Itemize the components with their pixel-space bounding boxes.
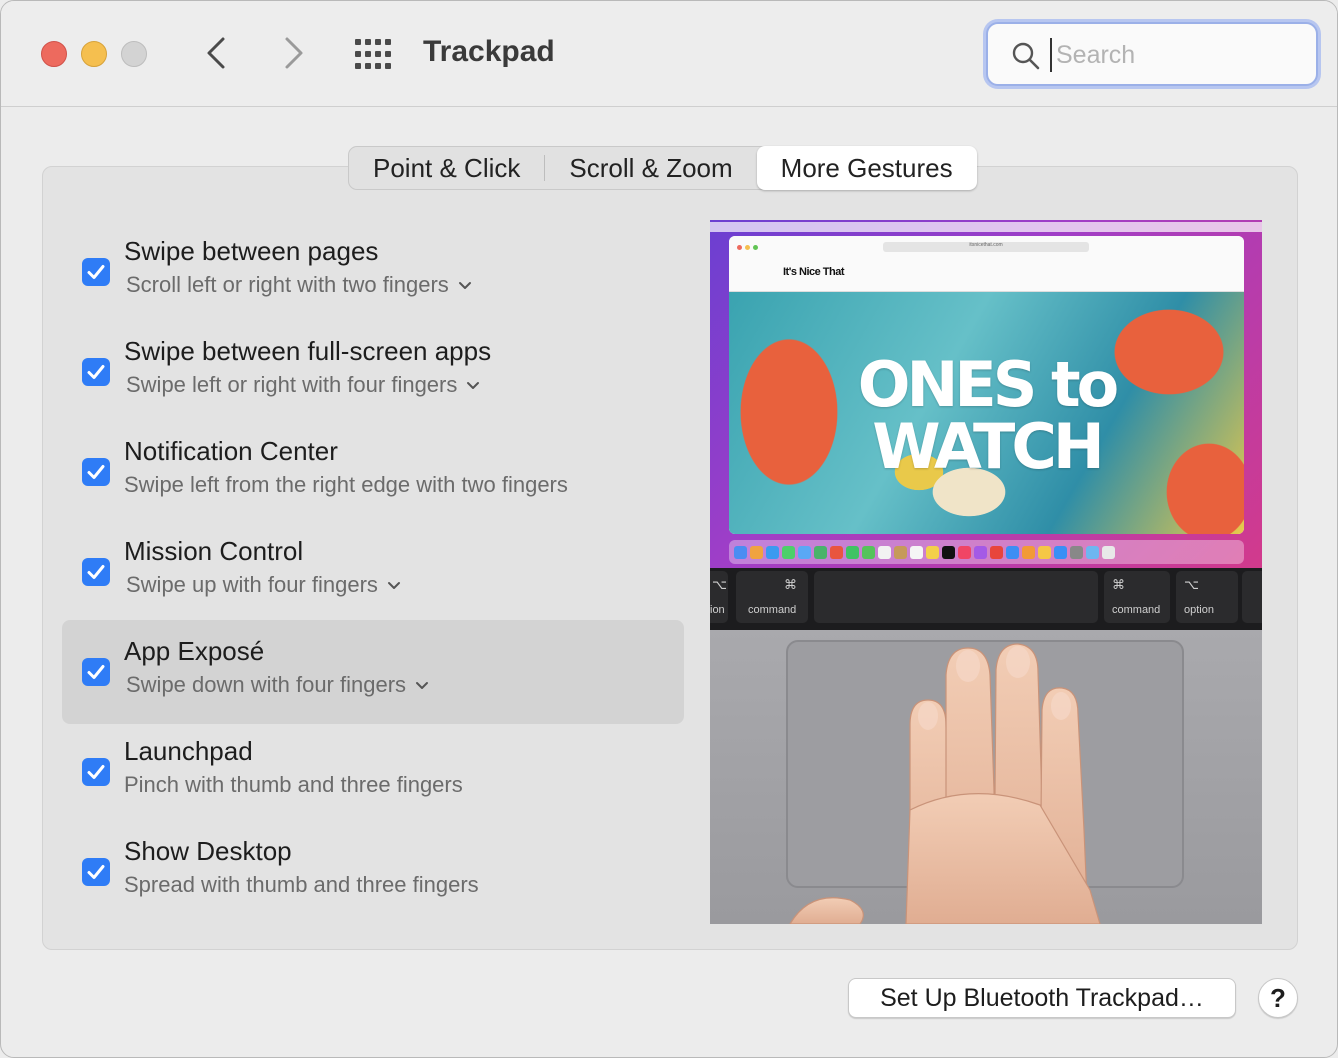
chevron-down-icon (416, 682, 429, 689)
grid-icon (355, 39, 391, 69)
preview-menubar (710, 222, 1262, 232)
preview-key: ⌥ ion (710, 571, 728, 623)
preview-browser: itsnicethat.com It's Nice That ONES to W… (729, 236, 1244, 534)
window-title: Trackpad (423, 35, 555, 68)
gesture-item[interactable]: Launchpad Pinch with thumb and three fing… (62, 720, 684, 824)
checkmark-icon (87, 465, 105, 479)
chevron-down-icon (387, 582, 400, 589)
gesture-item[interactable]: App Exposé Swipe down with four fingers (62, 620, 684, 724)
back-button[interactable] (197, 33, 237, 73)
zoom-button (121, 41, 147, 67)
gesture-checkbox[interactable] (82, 558, 110, 586)
preview-dock (729, 540, 1244, 564)
preview-key: ⌘ command (1104, 571, 1170, 623)
chevron-down-icon (467, 382, 480, 389)
chevron-right-icon (285, 37, 303, 69)
chevron-left-icon (207, 37, 225, 69)
preview-artwork: ONES to WATCH (729, 292, 1244, 534)
preferences-window: Trackpad Point & Click Scroll & Zoom Mor… (0, 0, 1338, 1058)
minimize-button[interactable] (81, 41, 107, 67)
preview-key: ⌥ option (1176, 571, 1238, 623)
tab-point-click[interactable]: Point & Click (349, 147, 544, 189)
gesture-description-text: Swipe up with four fingers (126, 572, 378, 597)
gesture-preview-video: itsnicethat.com It's Nice That ONES to W… (710, 220, 1262, 924)
gesture-checkbox[interactable] (82, 858, 110, 886)
gesture-description: Swipe left from the right edge with two … (124, 472, 568, 498)
gesture-option-popup[interactable]: Swipe left or right with four fingers (126, 372, 481, 398)
help-button[interactable]: ? (1258, 978, 1298, 1018)
search-icon (1012, 42, 1040, 70)
chevron-down-icon (458, 282, 471, 289)
gesture-label: Swipe between pages (124, 236, 379, 266)
gesture-item[interactable]: Swipe between pages Scroll left or right … (62, 220, 684, 324)
tab-scroll-zoom[interactable]: Scroll & Zoom (545, 147, 756, 189)
preview-spacebar (814, 571, 1098, 623)
preview-headline: ONES to WATCH (857, 348, 1119, 483)
gesture-checkbox[interactable] (82, 358, 110, 386)
forward-button[interactable] (273, 33, 313, 73)
setup-bluetooth-trackpad-button[interactable]: Set Up Bluetooth Trackpad… (848, 978, 1236, 1018)
gesture-label: Notification Center (124, 436, 338, 466)
search-input[interactable] (1050, 38, 1290, 72)
close-button[interactable] (41, 41, 67, 67)
gesture-label: Mission Control (124, 536, 304, 566)
checkmark-icon (87, 265, 105, 279)
preview-url: itsnicethat.com (883, 242, 1089, 252)
gesture-label: App Exposé (124, 636, 265, 666)
checkmark-icon (87, 365, 105, 379)
gesture-option-popup[interactable]: Swipe down with four fingers (126, 672, 430, 698)
preview-site-name: It's Nice That (783, 266, 845, 278)
checkmark-icon (87, 865, 105, 879)
gesture-item[interactable]: Mission Control Swipe up with four finger… (62, 520, 684, 624)
gesture-description-text: Pinch with thumb and three fingers (124, 772, 463, 797)
gesture-option-popup[interactable]: Swipe up with four fingers (126, 572, 402, 598)
gesture-checkbox[interactable] (82, 458, 110, 486)
preview-trackpad-area (710, 630, 1262, 924)
gesture-checkbox[interactable] (82, 658, 110, 686)
gesture-item[interactable]: Notification Center Swipe left from the r… (62, 420, 684, 524)
gesture-description-text: Spread with thumb and three fingers (124, 872, 479, 897)
hand-illustration (789, 643, 1101, 924)
checkmark-icon (87, 565, 105, 579)
gesture-item[interactable]: Show Desktop Spread with thumb and three … (62, 820, 684, 924)
tab-bar: Point & Click Scroll & Zoom More Gesture… (348, 146, 977, 190)
gesture-description-text: Swipe down with four fingers (126, 672, 407, 697)
gesture-description: Spread with thumb and three fingers (124, 872, 479, 898)
gesture-description-text: Swipe left from the right edge with two … (124, 472, 568, 497)
checkmark-icon (87, 765, 105, 779)
preview-key (1242, 571, 1262, 623)
gesture-checkbox[interactable] (82, 258, 110, 286)
show-all-button[interactable] (353, 37, 393, 71)
gesture-description: Pinch with thumb and three fingers (124, 772, 463, 798)
search-field[interactable] (986, 22, 1318, 86)
gesture-checkbox[interactable] (82, 758, 110, 786)
tab-more-gestures[interactable]: More Gestures (756, 146, 977, 190)
gesture-label: Launchpad (124, 736, 253, 766)
gesture-label: Swipe between full-screen apps (124, 336, 492, 366)
preview-key: ⌘ command (736, 571, 808, 623)
gesture-option-popup[interactable]: Scroll left or right with two fingers (126, 272, 473, 298)
checkmark-icon (87, 665, 105, 679)
title-bar: Trackpad (1, 1, 1337, 107)
preview-browser-toolbar: itsnicethat.com It's Nice That (729, 236, 1244, 292)
gesture-item[interactable]: Swipe between full-screen apps Swipe left… (62, 320, 684, 424)
gesture-description-text: Swipe left or right with four fingers (126, 372, 458, 397)
gesture-label: Show Desktop (124, 836, 292, 866)
gesture-description-text: Scroll left or right with two fingers (126, 272, 449, 297)
preview-keyboard: ⌥ ion ⌘ command ⌘ command ⌥ option (710, 568, 1262, 630)
preview-screen: itsnicethat.com It's Nice That ONES to W… (710, 220, 1262, 568)
